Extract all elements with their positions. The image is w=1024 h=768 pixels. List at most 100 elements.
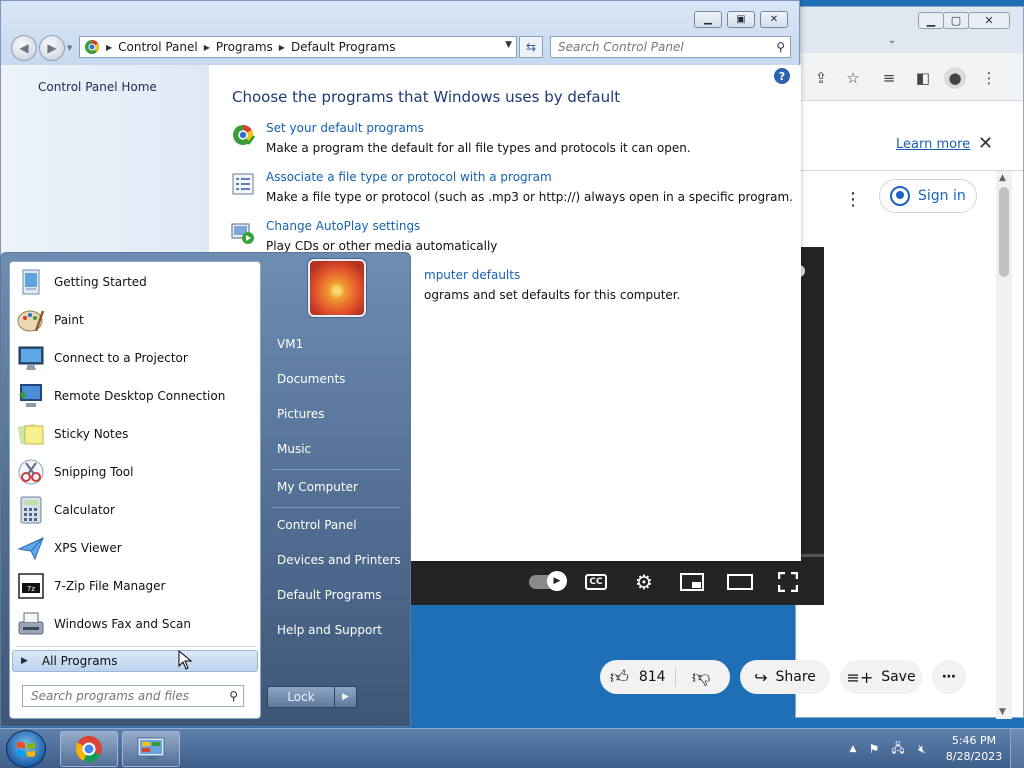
show-desktop-button[interactable] — [1010, 729, 1024, 768]
sign-in-button[interactable]: Sign in — [879, 179, 977, 213]
refresh-icon[interactable]: ⇆ — [519, 36, 543, 58]
start-item-help-support[interactable]: Help and Support — [267, 615, 403, 645]
program-snipping-tool[interactable]: Snipping Tool — [14, 454, 258, 490]
thumbs-up-icon: 👍︎ — [610, 667, 629, 688]
show-hidden-icons-chevron[interactable]: ▲ — [845, 741, 861, 757]
like-button[interactable]: 👍︎ 814 — [610, 666, 666, 688]
start-button[interactable] — [6, 730, 46, 768]
file-association-icon — [232, 173, 254, 195]
taskbar-chrome-button[interactable] — [60, 731, 118, 767]
address-dropdown-icon[interactable]: ▼ — [505, 40, 512, 50]
program-getting-started[interactable]: Getting Started — [14, 264, 258, 300]
start-search-input[interactable]: Search programs and files ⚲ — [22, 685, 244, 707]
side-panel-icon[interactable]: ◧ — [912, 67, 934, 89]
associate-file-type-link[interactable]: Associate a file type or protocol with a… — [266, 170, 552, 184]
user-account-picture[interactable] — [308, 259, 366, 317]
search-icon[interactable]: ⚲ — [776, 40, 785, 54]
default-programs-icon — [233, 124, 255, 145]
more-actions-icon[interactable]: ⋯ — [932, 660, 966, 694]
program-calculator[interactable]: Calculator — [14, 492, 258, 528]
search-icon[interactable]: ⚲ — [229, 689, 238, 703]
program-connect-projector[interactable]: Connect to a Projector — [14, 340, 258, 376]
taskbar-control-panel-button[interactable] — [122, 731, 180, 767]
save-label: Save — [881, 669, 916, 685]
thumbs-down-icon[interactable]: 👎︎ — [692, 666, 710, 688]
youtube-more-icon[interactable]: ⋮ — [844, 189, 862, 210]
start-item-pictures[interactable]: Pictures — [267, 399, 403, 429]
start-item-control-panel[interactable]: Control Panel — [267, 510, 403, 540]
breadcrumb-arrow-icon[interactable]: ▶ — [106, 43, 112, 52]
start-item-documents[interactable]: Documents — [267, 364, 403, 394]
clock-date: 8/28/2023 — [945, 750, 1003, 763]
share-icon[interactable]: ⇪ — [810, 67, 832, 89]
reading-list-icon[interactable]: ≡ — [878, 67, 900, 89]
program-sticky-notes[interactable]: Sticky Notes — [14, 416, 258, 452]
breadcrumb-arrow-icon[interactable]: ▶ — [279, 43, 285, 52]
set-default-programs-link[interactable]: Set your default programs — [266, 121, 424, 135]
program-label: Remote Desktop Connection — [54, 389, 226, 403]
scroll-up-icon[interactable]: ▲ — [999, 173, 1006, 183]
tab-search-chevron-icon[interactable]: ⌄ — [888, 35, 896, 46]
fullscreen-icon[interactable] — [777, 569, 799, 595]
control-panel-search-input[interactable]: Search Control Panel ⚲ — [550, 36, 791, 58]
theater-mode-icon[interactable] — [727, 569, 753, 595]
breadcrumb-control-panel[interactable]: Control Panel — [118, 40, 198, 54]
start-item-vm1[interactable]: VM1 — [267, 329, 403, 359]
learn-more-link[interactable]: Learn more — [896, 137, 970, 152]
control-panel-taskbar-icon — [137, 737, 165, 759]
help-icon[interactable]: ? — [774, 68, 790, 84]
cp-minimize-button[interactable]: ▁ — [694, 11, 722, 28]
network-icon[interactable]: 🖧 — [890, 741, 906, 757]
cp-close-button[interactable]: ✕ — [760, 11, 788, 28]
recent-pages-chevron-icon[interactable]: ▼ — [67, 44, 72, 52]
shutdown-options-arrow-icon[interactable]: ▶ — [335, 686, 357, 708]
browser-close-button[interactable]: ✕ — [968, 12, 1010, 29]
breadcrumb-default-programs[interactable]: Default Programs — [291, 40, 396, 54]
browser-menu-icon[interactable]: ⋮ — [978, 67, 1000, 89]
browser-maximize-button[interactable]: ▢ — [943, 12, 969, 29]
start-item-devices-printers[interactable]: Devices and Printers — [267, 545, 403, 575]
all-programs-label: All Programs — [41, 654, 118, 668]
program-label: Getting Started — [54, 275, 147, 289]
mouse-cursor-icon — [178, 650, 192, 670]
scroll-down-icon[interactable]: ▼ — [999, 707, 1006, 717]
start-item-my-computer[interactable]: My Computer — [267, 472, 403, 502]
start-item-music[interactable]: Music — [267, 434, 403, 464]
autoplay-settings-link[interactable]: Change AutoPlay settings — [266, 219, 420, 233]
profile-icon[interactable]: ● — [944, 67, 966, 89]
volume-muted-icon[interactable]: 🔇︎ — [914, 741, 930, 757]
share-button[interactable]: ↪ Share — [740, 660, 830, 694]
start-item-default-programs[interactable]: Default Programs — [267, 580, 403, 610]
browser-minimize-button[interactable]: ▁ — [918, 12, 944, 29]
program-xps-viewer[interactable]: XPS Viewer — [14, 530, 258, 566]
program-paint[interactable]: Paint — [14, 302, 258, 338]
program-fax-scan[interactable]: Windows Fax and Scan — [14, 606, 258, 642]
all-programs-button[interactable]: ▶ All Programs — [12, 650, 258, 672]
program-access-link[interactable]: mputer defaults — [424, 268, 520, 282]
save-playlist-icon: ≡+ — [846, 667, 874, 687]
captions-button[interactable]: CC — [585, 569, 607, 595]
address-bar[interactable]: ▶ Control Panel ▶ Programs ▶ Default Pro… — [79, 36, 517, 58]
page-scrollbar[interactable]: ▲ ▼ — [996, 171, 1012, 719]
info-bar-close-icon[interactable]: ✕ — [978, 133, 993, 154]
autoplay-toggle[interactable] — [529, 569, 567, 595]
back-button[interactable]: ◀ — [11, 35, 37, 61]
scrollbar-thumb[interactable] — [999, 187, 1009, 277]
lock-button[interactable]: Lock — [267, 686, 335, 708]
program-7zip[interactable]: 7z 7-Zip File Manager — [14, 568, 258, 604]
save-button[interactable]: ≡+ Save — [840, 660, 922, 694]
breadcrumb-arrow-icon[interactable]: ▶ — [204, 43, 210, 52]
action-center-flag-icon[interactable]: ⚑ — [866, 741, 882, 757]
paint-icon — [17, 310, 45, 332]
forward-button[interactable]: ▶ — [39, 35, 65, 61]
getting-started-icon — [22, 269, 40, 295]
taskbar-clock[interactable]: 5:46 PM 8/28/2023 — [942, 733, 1006, 765]
start-right-divider — [271, 507, 401, 508]
breadcrumb-programs[interactable]: Programs — [216, 40, 273, 54]
miniplayer-icon[interactable] — [680, 569, 704, 595]
cp-maximize-button[interactable]: ▣ — [727, 11, 755, 28]
bookmark-star-icon[interactable]: ☆ — [842, 67, 864, 89]
program-remote-desktop[interactable]: Remote Desktop Connection — [14, 378, 258, 414]
settings-gear-icon[interactable]: ⚙ — [633, 569, 655, 595]
control-panel-home-link[interactable]: Control Panel Home — [38, 80, 157, 94]
